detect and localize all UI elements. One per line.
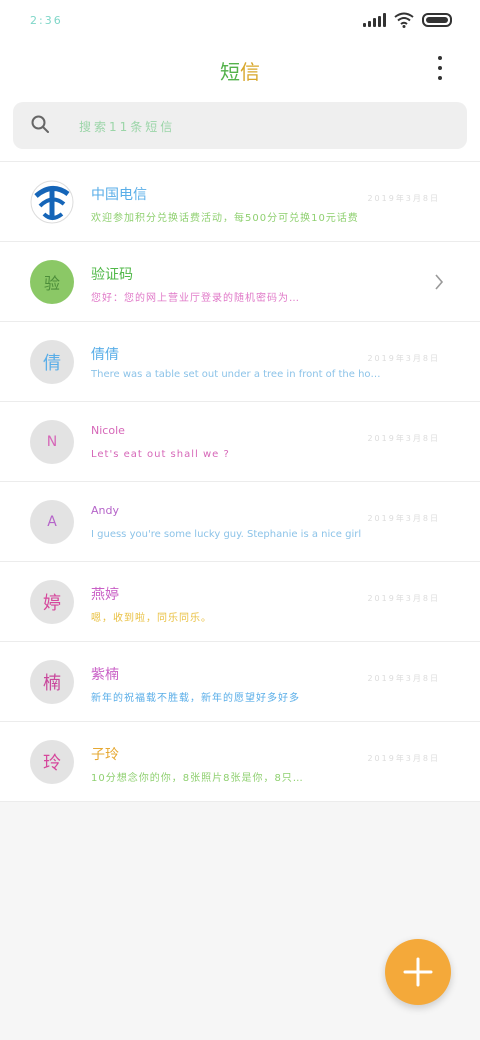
message-preview: I guess you're some lucky guy. Stephanie… — [91, 529, 362, 540]
avatar-initial: A — [47, 514, 57, 530]
avatar-initial: 验 — [43, 274, 60, 293]
message-time: 2019年3月8日 — [367, 354, 440, 363]
avatar-initial: N — [46, 434, 58, 450]
message-preview: 新年的祝福载不胜载，新年的愿望好多好多 — [91, 693, 300, 704]
avatar: N — [30, 420, 74, 464]
message-time: 2019年3月8日 — [367, 194, 440, 203]
new-message-button[interactable] — [385, 939, 451, 1005]
telecom-logo-icon — [30, 180, 74, 224]
message-preview: Let's eat out shall we ? — [91, 449, 230, 460]
signal-icon — [363, 13, 386, 27]
more-options-icon[interactable] — [428, 56, 452, 80]
plus-icon — [403, 957, 433, 987]
conversation-item[interactable]: 倩 倩倩 There was a table set out under a t… — [0, 322, 480, 402]
avatar: 倩 — [30, 340, 74, 384]
avatar: 验 — [30, 260, 74, 304]
conversation-item[interactable]: 婷 燕婷 嗯，收到啦，同乐同乐。 2019年3月8日 — [0, 562, 480, 642]
avatar-initial: 倩 — [43, 353, 61, 374]
contact-name: Nicole — [91, 424, 125, 437]
avatar-initial: 楠 — [43, 673, 61, 694]
message-time: 2019年3月8日 — [367, 514, 440, 523]
message-time: 2019年3月8日 — [367, 674, 440, 683]
chevron-right-icon — [435, 274, 444, 290]
avatar-initial: 玲 — [43, 753, 61, 774]
contact-name: 验证码 — [91, 267, 133, 283]
page-title-part: 信 — [240, 60, 260, 84]
conversation-item[interactable]: 玲 子玲 10分想念你的你，8张照片8张是你，8只… 2019年3月8日 — [0, 722, 480, 802]
message-preview: There was a table set out under a tree i… — [91, 369, 381, 380]
avatar-initial: 婷 — [43, 593, 61, 614]
status-bar: 2:36 — [0, 0, 480, 40]
contact-name: 紫楠 — [91, 667, 119, 683]
avatar: 楠 — [30, 660, 74, 704]
message-time: 2019年3月8日 — [367, 754, 440, 763]
battery-icon — [422, 13, 452, 27]
avatar: 婷 — [30, 580, 74, 624]
message-time: 2019年3月8日 — [367, 434, 440, 443]
conversation-item[interactable]: 楠 紫楠 新年的祝福载不胜载，新年的愿望好多好多 2019年3月8日 — [0, 642, 480, 722]
status-time: 2:36 — [30, 14, 63, 27]
message-preview: 10分想念你的你，8张照片8张是你，8只… — [91, 773, 304, 784]
contact-name: 倩倩 — [91, 347, 119, 363]
message-time: 2019年3月8日 — [367, 594, 440, 603]
wifi-icon — [394, 12, 414, 28]
contact-name: 燕婷 — [91, 587, 119, 603]
conversation-item[interactable]: 中国电信 欢迎参加积分兑换话费活动，每500分可兑换10元话费 2019年3月8… — [0, 162, 480, 242]
conversation-item[interactable]: N Nicole Let's eat out shall we ? 2019年3… — [0, 402, 480, 482]
status-icons — [363, 12, 452, 28]
conversation-item[interactable]: A Andy I guess you're some lucky guy. St… — [0, 482, 480, 562]
search-placeholder: 搜索11条短信 — [79, 120, 176, 134]
contact-name: 子玲 — [91, 747, 119, 763]
conversation-list: 中国电信 欢迎参加积分兑换话费活动，每500分可兑换10元话费 2019年3月8… — [0, 162, 480, 802]
message-preview: 欢迎参加积分兑换话费活动，每500分可兑换10元话费 — [91, 213, 359, 224]
search-icon — [31, 115, 49, 133]
page-title: 短信 — [0, 56, 480, 85]
contact-name: 中国电信 — [91, 187, 147, 203]
message-preview: 嗯，收到啦，同乐同乐。 — [91, 613, 212, 624]
contact-name: Andy — [91, 504, 119, 517]
avatar: A — [30, 500, 74, 544]
message-preview: 您好：您的网上营业厅登录的随机密码为… — [91, 293, 300, 304]
avatar — [30, 180, 74, 224]
avatar: 玲 — [30, 740, 74, 784]
search-bar[interactable]: 搜索11条短信 — [13, 102, 467, 149]
page-title-part: 短 — [220, 60, 240, 84]
conversation-item[interactable]: 验 验证码 您好：您的网上营业厅登录的随机密码为… — [0, 242, 480, 322]
